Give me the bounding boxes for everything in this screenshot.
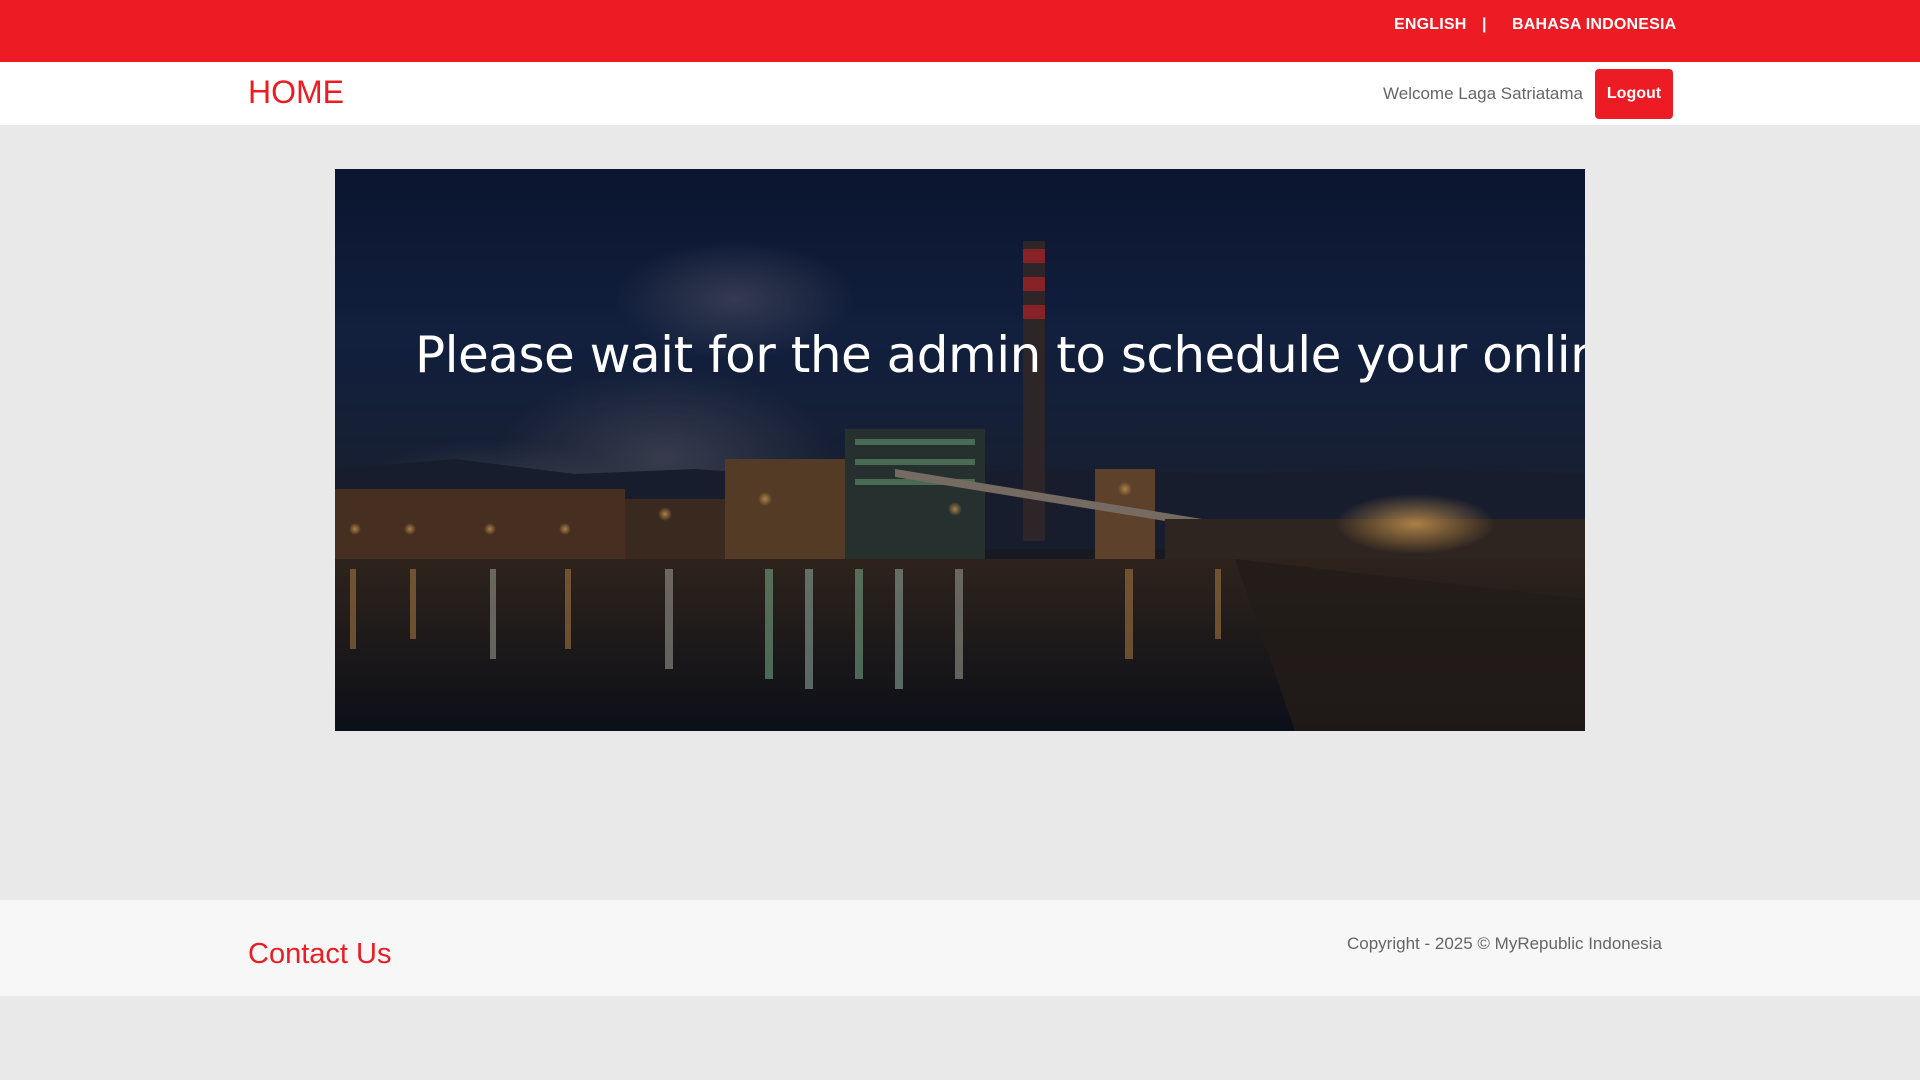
bahasa-indonesia-language-link[interactable]: BAHASA INDONESIA xyxy=(1512,16,1676,34)
hero-message: Please wait for the admin to schedule yo… xyxy=(415,324,1585,384)
language-separator: | xyxy=(1482,16,1487,33)
hero-banner: Please wait for the admin to schedule yo… xyxy=(335,169,1585,731)
footer: Contact Us Copyright - 2025 © MyRepublic… xyxy=(0,900,1920,996)
navbar: HOME Welcome Laga Satriatama Logout xyxy=(0,62,1920,125)
logout-button[interactable]: Logout xyxy=(1595,69,1673,119)
welcome-message: Welcome Laga Satriatama xyxy=(1383,84,1584,103)
english-language-link[interactable]: ENGLISH xyxy=(1394,16,1467,34)
copyright-text: Copyright - 2025 © MyRepublic Indonesia xyxy=(1347,934,1662,953)
language-bar: ENGLISH | BAHASA INDONESIA xyxy=(0,0,1920,62)
industrial-plant-night-image xyxy=(335,169,1585,731)
hero-message-text: Please wait for the admin to schedule yo… xyxy=(415,326,1585,384)
contact-us-link[interactable]: Contact Us xyxy=(248,938,391,971)
home-link[interactable]: HOME xyxy=(248,76,344,108)
